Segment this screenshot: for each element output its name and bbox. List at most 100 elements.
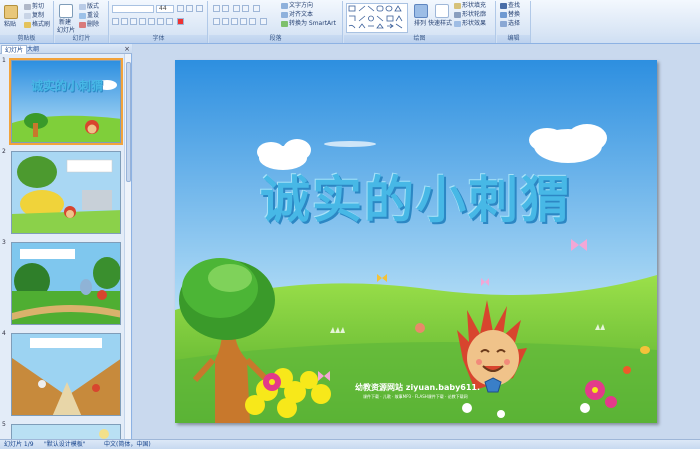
layout-button[interactable]: 版式: [79, 3, 99, 11]
grow-font-icon[interactable]: [177, 5, 184, 12]
close-icon[interactable]: ×: [124, 45, 130, 53]
new-slide-button[interactable]: 新建: [59, 19, 71, 27]
font-group: 44 字体: [110, 1, 208, 43]
panel-scrollbar[interactable]: [124, 54, 131, 439]
increase-indent-icon[interactable]: [242, 5, 249, 12]
watermark-site-sub: 课件下载 · 儿歌 · 故事MP3 · FLASH课件下载 · 论教下载网: [363, 394, 468, 399]
cut-button[interactable]: 剪切: [24, 3, 44, 11]
shape-effects-button[interactable]: 形状效果: [454, 20, 486, 28]
bold-icon[interactable]: [112, 18, 119, 25]
shrink-font-icon[interactable]: [186, 5, 193, 12]
align-center-icon[interactable]: [222, 18, 229, 25]
distribute-icon[interactable]: [249, 18, 256, 25]
smartart-button[interactable]: 转换为 SmartArt: [281, 20, 336, 28]
align-left-icon[interactable]: [213, 18, 220, 25]
format-painter-button[interactable]: 格式刷: [24, 21, 50, 29]
slide-thumbnail-4[interactable]: 4: [0, 330, 124, 418]
align-right-icon[interactable]: [231, 18, 238, 25]
new-slide-icon[interactable]: [59, 4, 73, 18]
font-size-box[interactable]: 44: [156, 5, 174, 13]
brush-icon: [24, 21, 31, 28]
text-direction-icon: [281, 2, 288, 9]
underline-icon[interactable]: [130, 18, 137, 25]
slide-number: 5: [2, 421, 6, 428]
watermark-site-name: 幼教资源网站 ziyuan.baby611.: [355, 383, 481, 392]
drawing-group-label: 绘图: [344, 35, 495, 43]
columns-icon[interactable]: [260, 18, 267, 25]
status-bar: 幻灯片 1/9 "默认设计模板" 中文(简体，中国): [0, 439, 700, 449]
slide-number: 4: [2, 330, 6, 337]
shadow-icon[interactable]: [148, 18, 155, 25]
slide-number: 1: [2, 57, 6, 64]
paragraph-group-label: 段落: [209, 35, 342, 43]
paragraph-group: 文字方向 对齐文本 转换为 SmartArt 段落: [209, 1, 343, 43]
align-text-button[interactable]: 对齐文本: [281, 11, 313, 19]
ribbon: 粘贴 剪切 复制 格式刷 剪贴板 新建 幻灯片 版式 重设 删除 幻灯片 44 …: [0, 0, 700, 44]
find-button[interactable]: 查找: [500, 2, 520, 10]
thumbnail-title: 诚实的小刺猬: [30, 79, 103, 93]
thumbnail-3-art: [12, 243, 120, 324]
slide-background-art: [175, 60, 657, 423]
clipboard-icon[interactable]: [4, 5, 18, 19]
scrollbar-thumb[interactable]: [126, 62, 131, 182]
clear-format-icon[interactable]: [196, 5, 203, 12]
slide-thumbnail-3[interactable]: 3: [0, 239, 124, 327]
delete-button[interactable]: 删除: [79, 21, 99, 29]
case-icon[interactable]: [166, 18, 173, 25]
slide-thumbnail-2[interactable]: 2: [0, 148, 124, 236]
thumbnail-4-art: [12, 334, 120, 415]
drawing-group: 排列 快速样式 形状填充 形状轮廓 形状效果 绘图: [344, 1, 496, 43]
status-theme: "默认设计模板": [44, 441, 86, 448]
slide-number: 2: [2, 148, 6, 155]
replace-button[interactable]: 替换: [500, 11, 520, 19]
slide-thumbnail-1[interactable]: 1 诚实的小刺猬: [0, 57, 124, 145]
font-name-box[interactable]: [112, 5, 154, 13]
editing-group: 查找 替换 选择 编辑: [497, 1, 531, 43]
line-spacing-icon[interactable]: [253, 5, 260, 12]
decrease-indent-icon[interactable]: [233, 5, 240, 12]
arrange-icon[interactable]: [414, 4, 428, 18]
text-direction-button[interactable]: 文字方向: [281, 2, 313, 10]
delete-icon: [79, 21, 86, 28]
thumbnail-5-art: [12, 425, 120, 439]
quick-styles-icon[interactable]: [435, 4, 449, 18]
select-button[interactable]: 选择: [500, 20, 520, 28]
status-language: 中文(简体，中国): [104, 441, 151, 448]
binoculars-icon: [500, 2, 507, 9]
slide-title[interactable]: 诚实的小刺猬: [175, 160, 657, 232]
spacing-icon[interactable]: [157, 18, 164, 25]
strikethrough-icon[interactable]: [139, 18, 146, 25]
shapes-gallery-svg: [348, 5, 403, 29]
snail: [640, 346, 650, 354]
italic-icon[interactable]: [121, 18, 128, 25]
paste-button[interactable]: 粘贴: [4, 21, 16, 29]
pen-icon: [454, 11, 461, 18]
shapes-gallery[interactable]: [346, 3, 408, 33]
thumbnail-image: [11, 242, 121, 325]
reset-button[interactable]: 重设: [79, 12, 99, 20]
numbering-icon[interactable]: [222, 5, 229, 12]
thumbnail-1-art: [12, 61, 120, 142]
slide-canvas[interactable]: 诚实的小刺猬 幼教资源网站 ziyuan.baby611. 课件下载 · 儿歌 …: [175, 60, 657, 423]
arrange-button[interactable]: 排列: [414, 20, 426, 28]
slide-number: 3: [2, 239, 6, 246]
quick-styles-button[interactable]: 快速样式: [428, 20, 452, 28]
thumbnail-image: 诚实的小刺猬: [9, 58, 123, 145]
justify-icon[interactable]: [240, 18, 247, 25]
tab-outline[interactable]: 大纲: [24, 45, 42, 54]
shape-outline-button[interactable]: 形状轮廓: [454, 11, 486, 19]
bullets-icon[interactable]: [213, 5, 220, 12]
thumbnail-image: [11, 333, 121, 416]
font-color-icon[interactable]: [177, 18, 184, 25]
slide-thumbnail-5[interactable]: 5: [0, 421, 124, 439]
smartart-icon: [281, 20, 288, 27]
panel-tabs: 幻灯片 大纲 ×: [0, 44, 132, 54]
copy-icon: [24, 12, 31, 19]
new-slide-button-line2[interactable]: 幻灯片: [57, 27, 75, 35]
thumbnail-image: [11, 424, 121, 439]
thumbnail-image: [11, 151, 121, 234]
slides-group-label: 幻灯片: [55, 35, 108, 43]
copy-button[interactable]: 复制: [24, 12, 44, 20]
clipboard-group: 粘贴 剪切 复制 格式刷 剪贴板: [0, 1, 54, 43]
shape-fill-button[interactable]: 形状填充: [454, 2, 486, 10]
